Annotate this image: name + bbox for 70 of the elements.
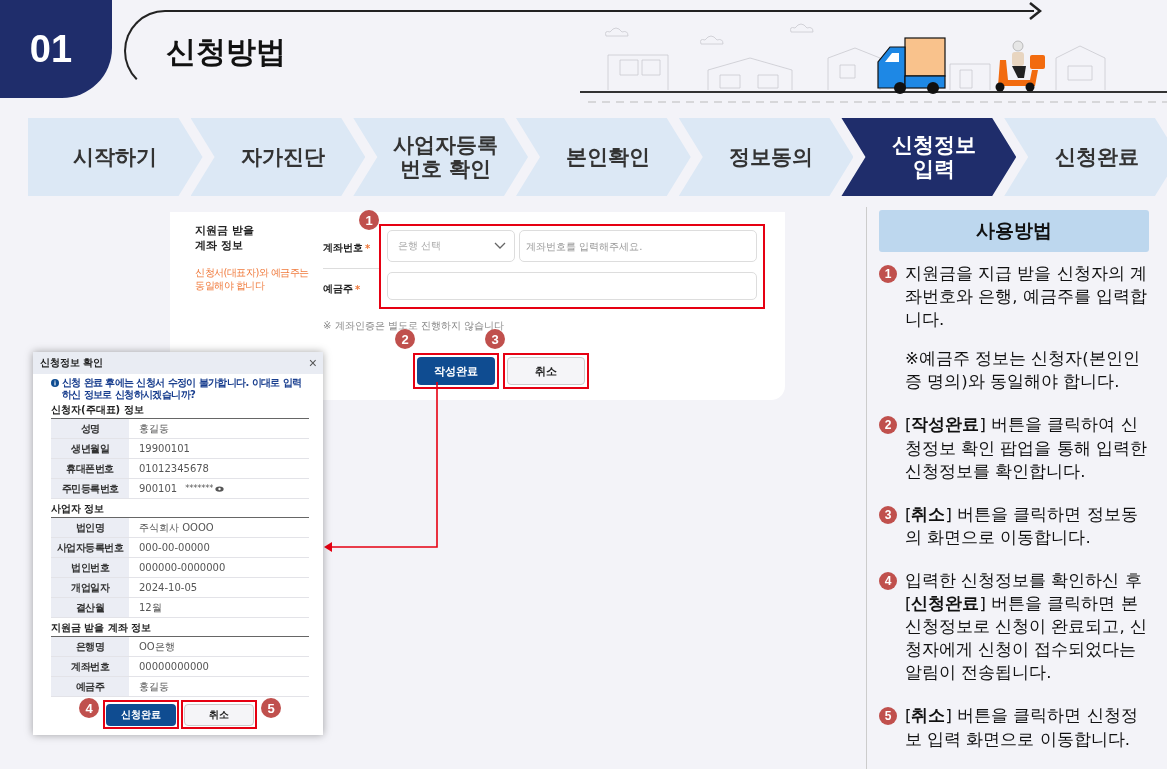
popup-button[interactable]: 신청완료	[106, 704, 176, 726]
info-icon	[51, 379, 59, 387]
table-cell-text: 000-00-00000	[138, 541, 211, 555]
table-cell: 900101 *******	[129, 479, 309, 498]
popup-title: 신청정보 확인	[40, 356, 104, 370]
table-cell-text: 00000000000	[138, 660, 210, 674]
guide-text: 지원금을 지급 받을 신청자의 계좌번호와 은행, 예금주를 입력합니다.	[905, 263, 1148, 332]
step-marker: 3	[485, 329, 505, 349]
table-cell: 계좌번호	[51, 657, 129, 676]
step-marker: 1	[879, 265, 897, 283]
step-tab[interactable]: 정보동의	[678, 118, 854, 196]
step-marker: 2	[395, 329, 415, 349]
table-cell-text: 주식회사 OOOO	[138, 520, 215, 535]
eye-icon[interactable]	[215, 485, 225, 492]
scooter-drawing	[995, 40, 1045, 92]
table-cell: 예금주	[51, 677, 129, 696]
section-note: 신청서(대표자)와 예금주는 동일해야 합니다	[195, 265, 310, 292]
field-label: 계좌번호	[323, 241, 363, 255]
step-marker: 1	[359, 210, 379, 230]
info-text: 신청 완료 후에는 신청서 수정이 불가합니다. 이대로 입력하신 정보로 신청하시겠습니까?	[62, 377, 303, 400]
step-marker: 5	[879, 707, 897, 726]
table-cell-text: 000000-0000000	[138, 561, 227, 575]
section-number: 01	[0, 0, 112, 98]
popup-button[interactable]: 취소	[184, 704, 254, 726]
table-cell: 법인번호	[51, 558, 129, 577]
truck-drawing	[877, 37, 946, 94]
guide-text: [작성완료] 버튼을 클릭하여 신청정보 확인 팝업을 통해 입력한 신청정보를 확인합니다.	[905, 414, 1148, 483]
step-tab[interactable]: 시작하기	[28, 118, 203, 196]
step-tab[interactable]: 신청완료	[1004, 118, 1167, 196]
close-button[interactable]: ×	[308, 356, 317, 370]
guide-text: 입력한 신청정보를 확인하신 후 [신청완료] 버튼을 클릭하면 본 신청정보로 신청이 완료되고, 신청자에게 신청이 접수되었다는 알림이 전송됩니다.	[905, 569, 1148, 685]
table-cell-text: 홍길동	[138, 679, 170, 694]
table-cell: 사업자등록번호	[51, 538, 129, 557]
table-cell-text: OO은행	[138, 639, 176, 654]
required-mark: *	[365, 242, 371, 254]
guide-title: 사용방법	[879, 210, 1149, 252]
table-cell-text: 12월	[138, 600, 163, 615]
table-cell-text: 홍길동	[138, 421, 170, 436]
account-number-field[interactable]: 계좌번호를 입력해주세요.	[519, 230, 757, 262]
table-cell: 주민등록번호	[51, 479, 129, 498]
step-marker: 5	[261, 698, 281, 718]
page-title: 신청방법	[166, 33, 286, 71]
table-cell: 법인명	[51, 518, 129, 537]
table-cell: 생년월일	[51, 439, 129, 458]
guide-note: ※예금주 정보는 신청자(본인인증 명의)와 동일해야 합니다.	[905, 348, 1141, 394]
table-cell-text: 19900101	[138, 442, 191, 456]
form-button[interactable]: 작성완료	[417, 357, 495, 385]
table-cell-text: 2024-10-05	[138, 581, 199, 595]
table-cell: 은행명	[51, 637, 129, 656]
chevron-down-icon	[494, 242, 506, 250]
step-marker: 4	[879, 571, 897, 590]
account-holder-field[interactable]	[387, 272, 757, 300]
table-cell: 결산월	[51, 598, 129, 617]
step-marker: 2	[879, 416, 897, 435]
required-mark: *	[355, 283, 361, 295]
step-marker: 3	[879, 505, 897, 524]
form-button[interactable]: 취소	[507, 357, 585, 385]
table-cell-text: 01012345678	[138, 462, 210, 476]
section-title: 지원금 받을 계좌 정보	[195, 224, 255, 254]
step-marker: 4	[79, 698, 99, 718]
step-tab[interactable]: 본인확인	[516, 118, 691, 196]
table-cell: 개업일자	[51, 578, 129, 597]
guide-text: [취소] 버튼을 클릭하면 신청정보 입력 화면으로 이동합니다.	[905, 705, 1139, 751]
guide-text: [취소] 버튼을 클릭하면 정보동의 화면으로 이동합니다.	[905, 503, 1139, 549]
table-cell: 성명	[51, 419, 129, 438]
field-label: 예금주	[323, 282, 353, 296]
step-tab[interactable]: 자가진단	[190, 118, 366, 196]
step-tab[interactable]: 사업자등록 번호 확인	[353, 118, 528, 196]
step-tab[interactable]: 신청정보 입력	[841, 118, 1017, 196]
table-cell: 휴대폰번호	[51, 459, 129, 478]
